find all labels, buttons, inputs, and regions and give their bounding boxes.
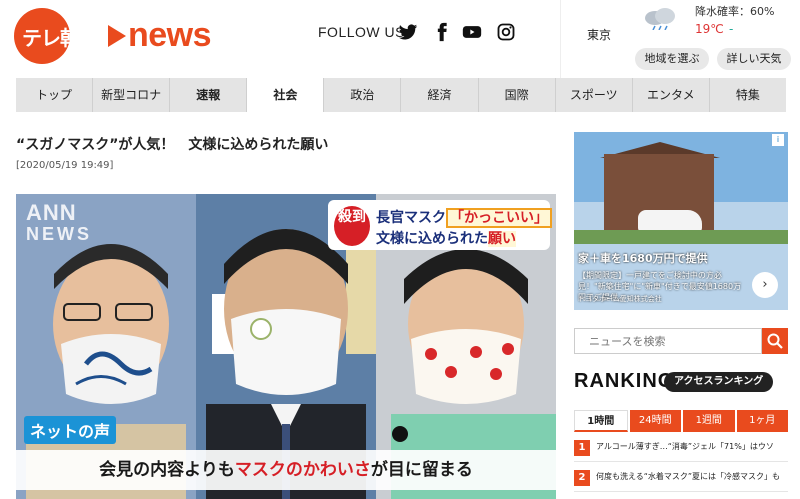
ad-title: 家＋車を1680万円で提供 [578,252,708,265]
weather-city: 東京 [587,28,612,42]
ad-info-icon[interactable]: i [772,134,784,146]
chevron-right-icon[interactable]: › [752,272,778,298]
rank-number: 1 [574,440,590,456]
ad-sponsor: トヨタホーム愛知株式会社 [578,295,662,303]
select-region-button[interactable]: 地域を選ぶ [635,48,709,70]
watermark-news: NEWS [26,224,92,244]
ranking-list: 1 アルコール薄すぎ…“消毒”ジェル「71%」はウソ 2 何度も洗える“水着マス… [574,432,788,492]
watermark-ann: ANN [26,200,77,225]
logo-arrow-icon [108,25,126,47]
site-header: テレ朝 news FOLLOW US 東京 降水確率：60% 19℃ - 地域を… [0,0,800,78]
tab-1-hour[interactable]: 1時間 [574,410,628,432]
article-date: [2020/05/19 19:49] [16,160,114,171]
logo-text-jp: テレ朝 [22,26,80,50]
youtube-icon[interactable] [462,22,482,42]
search-icon [767,333,783,349]
temperature-high: 19℃ [695,22,724,36]
nav-item-politics[interactable]: 政治 [324,78,402,112]
article-photo[interactable]: ANN NEWS 殺到 長官マスク 「かっこいい」 文様に込められた願い ネットの… [16,194,556,499]
ann-news-watermark: ANN NEWS [26,200,92,245]
nav-item-sports[interactable]: スポーツ [556,78,633,112]
nav-item-breaking[interactable]: 速報 [170,78,248,112]
nav-item-covid[interactable]: 新型コロナ [93,78,171,112]
access-ranking-pill: アクセスランキング [664,372,774,392]
caption-box: 殺到 長官マスク 「かっこいい」 文様に込められた願い [328,200,552,250]
instagram-icon[interactable] [496,22,516,42]
caption-badge: 殺到 [334,206,370,246]
facebook-icon[interactable] [432,22,452,42]
tab-1-week[interactable]: 1週間 [683,410,735,432]
tab-24-hours[interactable]: 24時間 [629,410,681,432]
logo-text-news: news [128,16,212,54]
temperature-low: - [729,22,734,36]
article-headline: “スガノマスク”が人気！ 文様に込められた願い [16,137,329,153]
weather-details-button[interactable]: 詳しい天気 [717,48,791,70]
rank-number: 2 [574,470,590,486]
nav-item-entertainment[interactable]: エンタメ [633,78,710,112]
ad-grass [574,230,788,244]
nav-item-economy[interactable]: 経済 [401,78,479,112]
search-input[interactable] [574,328,762,354]
caption-line-1: 長官マスク 「かっこいい」 [376,207,552,228]
list-item[interactable]: 2 何度も洗える“水着マスク”夏には「冷感マスク」も [574,462,788,492]
nav-item-top[interactable]: トップ [16,78,94,112]
twitter-icon[interactable] [398,22,418,42]
ranking-tabs: 1時間 24時間 1週間 1ヶ月 [574,410,788,432]
cloud-rain-icon [645,8,675,30]
photo-subtitle: 会見の内容よりもマスクのかわいさが目に留まる [16,450,556,490]
tab-1-month[interactable]: 1ヶ月 [736,410,788,432]
main-nav: トップ 新型コロナ 速報 社会 政治 経済 国際 スポーツ エンタメ 特集 [16,78,786,112]
ranking-title: RANKING [574,370,675,392]
weather-widget: 東京 降水確率：60% 19℃ - 地域を選ぶ 詳しい天気 [560,0,800,78]
rank-headline[interactable]: アルコール薄すぎ…“消毒”ジェル「71%」はウソ [596,441,786,452]
follow-us-label: FOLLOW US [318,24,405,40]
rank-headline[interactable]: 何度も洗える“水着マスク”夏には「冷感マスク」も [596,471,786,482]
precip-probability: 降水確率：60% [695,5,775,18]
nav-item-international[interactable]: 国際 [479,78,556,112]
nav-item-features[interactable]: 特集 [710,78,786,112]
nav-item-society[interactable]: 社会 [247,78,325,112]
caption-line-2: 文様に込められた願い [376,231,516,247]
search-button[interactable] [762,328,788,354]
site-logo[interactable]: テレ朝 news [14,8,214,64]
net-voice-label: ネットの声 [24,416,117,444]
sidebar-ad[interactable]: 家＋車を1680万円で提供 【期間限定】一戸建てをご検討中の方必見！"新築住宅"… [574,132,788,310]
list-item[interactable]: 1 アルコール薄すぎ…“消毒”ジェル「71%」はウソ [574,432,788,462]
ad-car [638,210,702,232]
